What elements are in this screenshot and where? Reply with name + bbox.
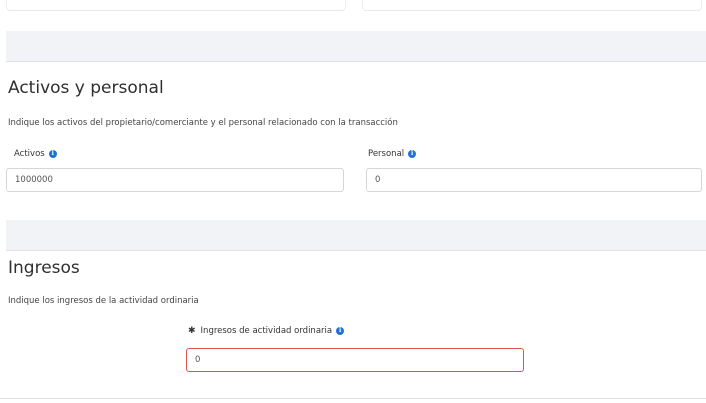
section-separator	[6, 220, 706, 251]
ingresos-actividad-input[interactable]	[186, 348, 524, 372]
previous-input-left[interactable]	[6, 0, 346, 11]
personal-label-text: Personal	[368, 149, 405, 159]
previous-section-remnant	[0, 0, 706, 12]
activos-input[interactable]	[6, 168, 344, 192]
section-description-ingresos: Indique los ingresos de la actividad ord…	[8, 296, 199, 306]
ingresos-actividad-label-text: Ingresos de actividad ordinaria	[200, 326, 333, 336]
info-icon[interactable]: i	[336, 327, 345, 335]
section-title-ingresos: Ingresos	[8, 258, 80, 278]
form-page: Activos y personal Indique los activos d…	[0, 0, 706, 403]
activos-label-text: Activos	[14, 149, 45, 159]
bottom-divider	[0, 398, 706, 399]
section-title-activos-personal: Activos y personal	[8, 78, 164, 98]
ingresos-actividad-label: ✱ Ingresos de actividad ordinaria i	[188, 326, 345, 336]
info-icon[interactable]: i	[408, 150, 417, 158]
info-icon[interactable]: i	[48, 150, 57, 158]
previous-input-right[interactable]	[362, 0, 702, 11]
section-separator	[6, 31, 706, 62]
personal-input[interactable]	[366, 168, 702, 192]
activos-label: Activos i	[14, 149, 57, 159]
section-description-activos-personal: Indique los activos del propietario/come…	[8, 118, 398, 128]
required-asterisk: ✱	[188, 326, 196, 336]
personal-label: Personal i	[368, 149, 417, 159]
